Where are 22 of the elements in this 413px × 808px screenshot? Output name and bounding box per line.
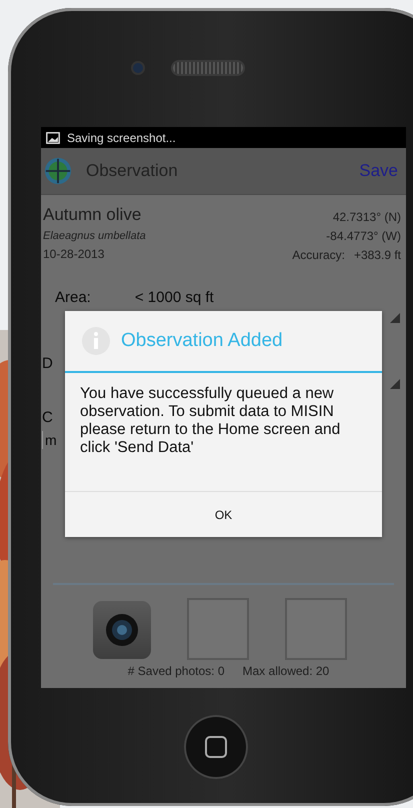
- image-icon: [46, 132, 60, 144]
- scientific-name: Elaeagnus umbellata: [43, 230, 146, 242]
- latitude-text: 42.7313° (N): [332, 210, 401, 224]
- area-label: Area:: [55, 289, 91, 306]
- accuracy-value: +383.9 ft: [354, 248, 401, 262]
- accuracy-label: Accuracy:: [292, 248, 345, 262]
- max-allowed-text: Max allowed: 20: [242, 664, 330, 678]
- info-icon: [81, 326, 111, 356]
- field-label: D: [42, 355, 53, 372]
- field-label: C: [42, 409, 53, 426]
- longitude-text: -84.4773° (W): [326, 229, 401, 243]
- saved-photos-count: # Saved photos: 0: [128, 664, 225, 678]
- dialog-title: Observation Added: [121, 330, 283, 352]
- crosshair-globe-icon: [44, 157, 72, 185]
- speaker-icon: [173, 62, 243, 74]
- date-text: 10-28-2013: [43, 247, 106, 261]
- area-value: < 1000 sq ft: [134, 289, 214, 306]
- camera-button[interactable]: [93, 601, 151, 659]
- camera-icon: [133, 62, 143, 72]
- ok-button[interactable]: OK: [65, 492, 382, 537]
- notification-text: Saving screenshot...: [67, 130, 176, 144]
- common-name: Autumn olive: [43, 205, 142, 225]
